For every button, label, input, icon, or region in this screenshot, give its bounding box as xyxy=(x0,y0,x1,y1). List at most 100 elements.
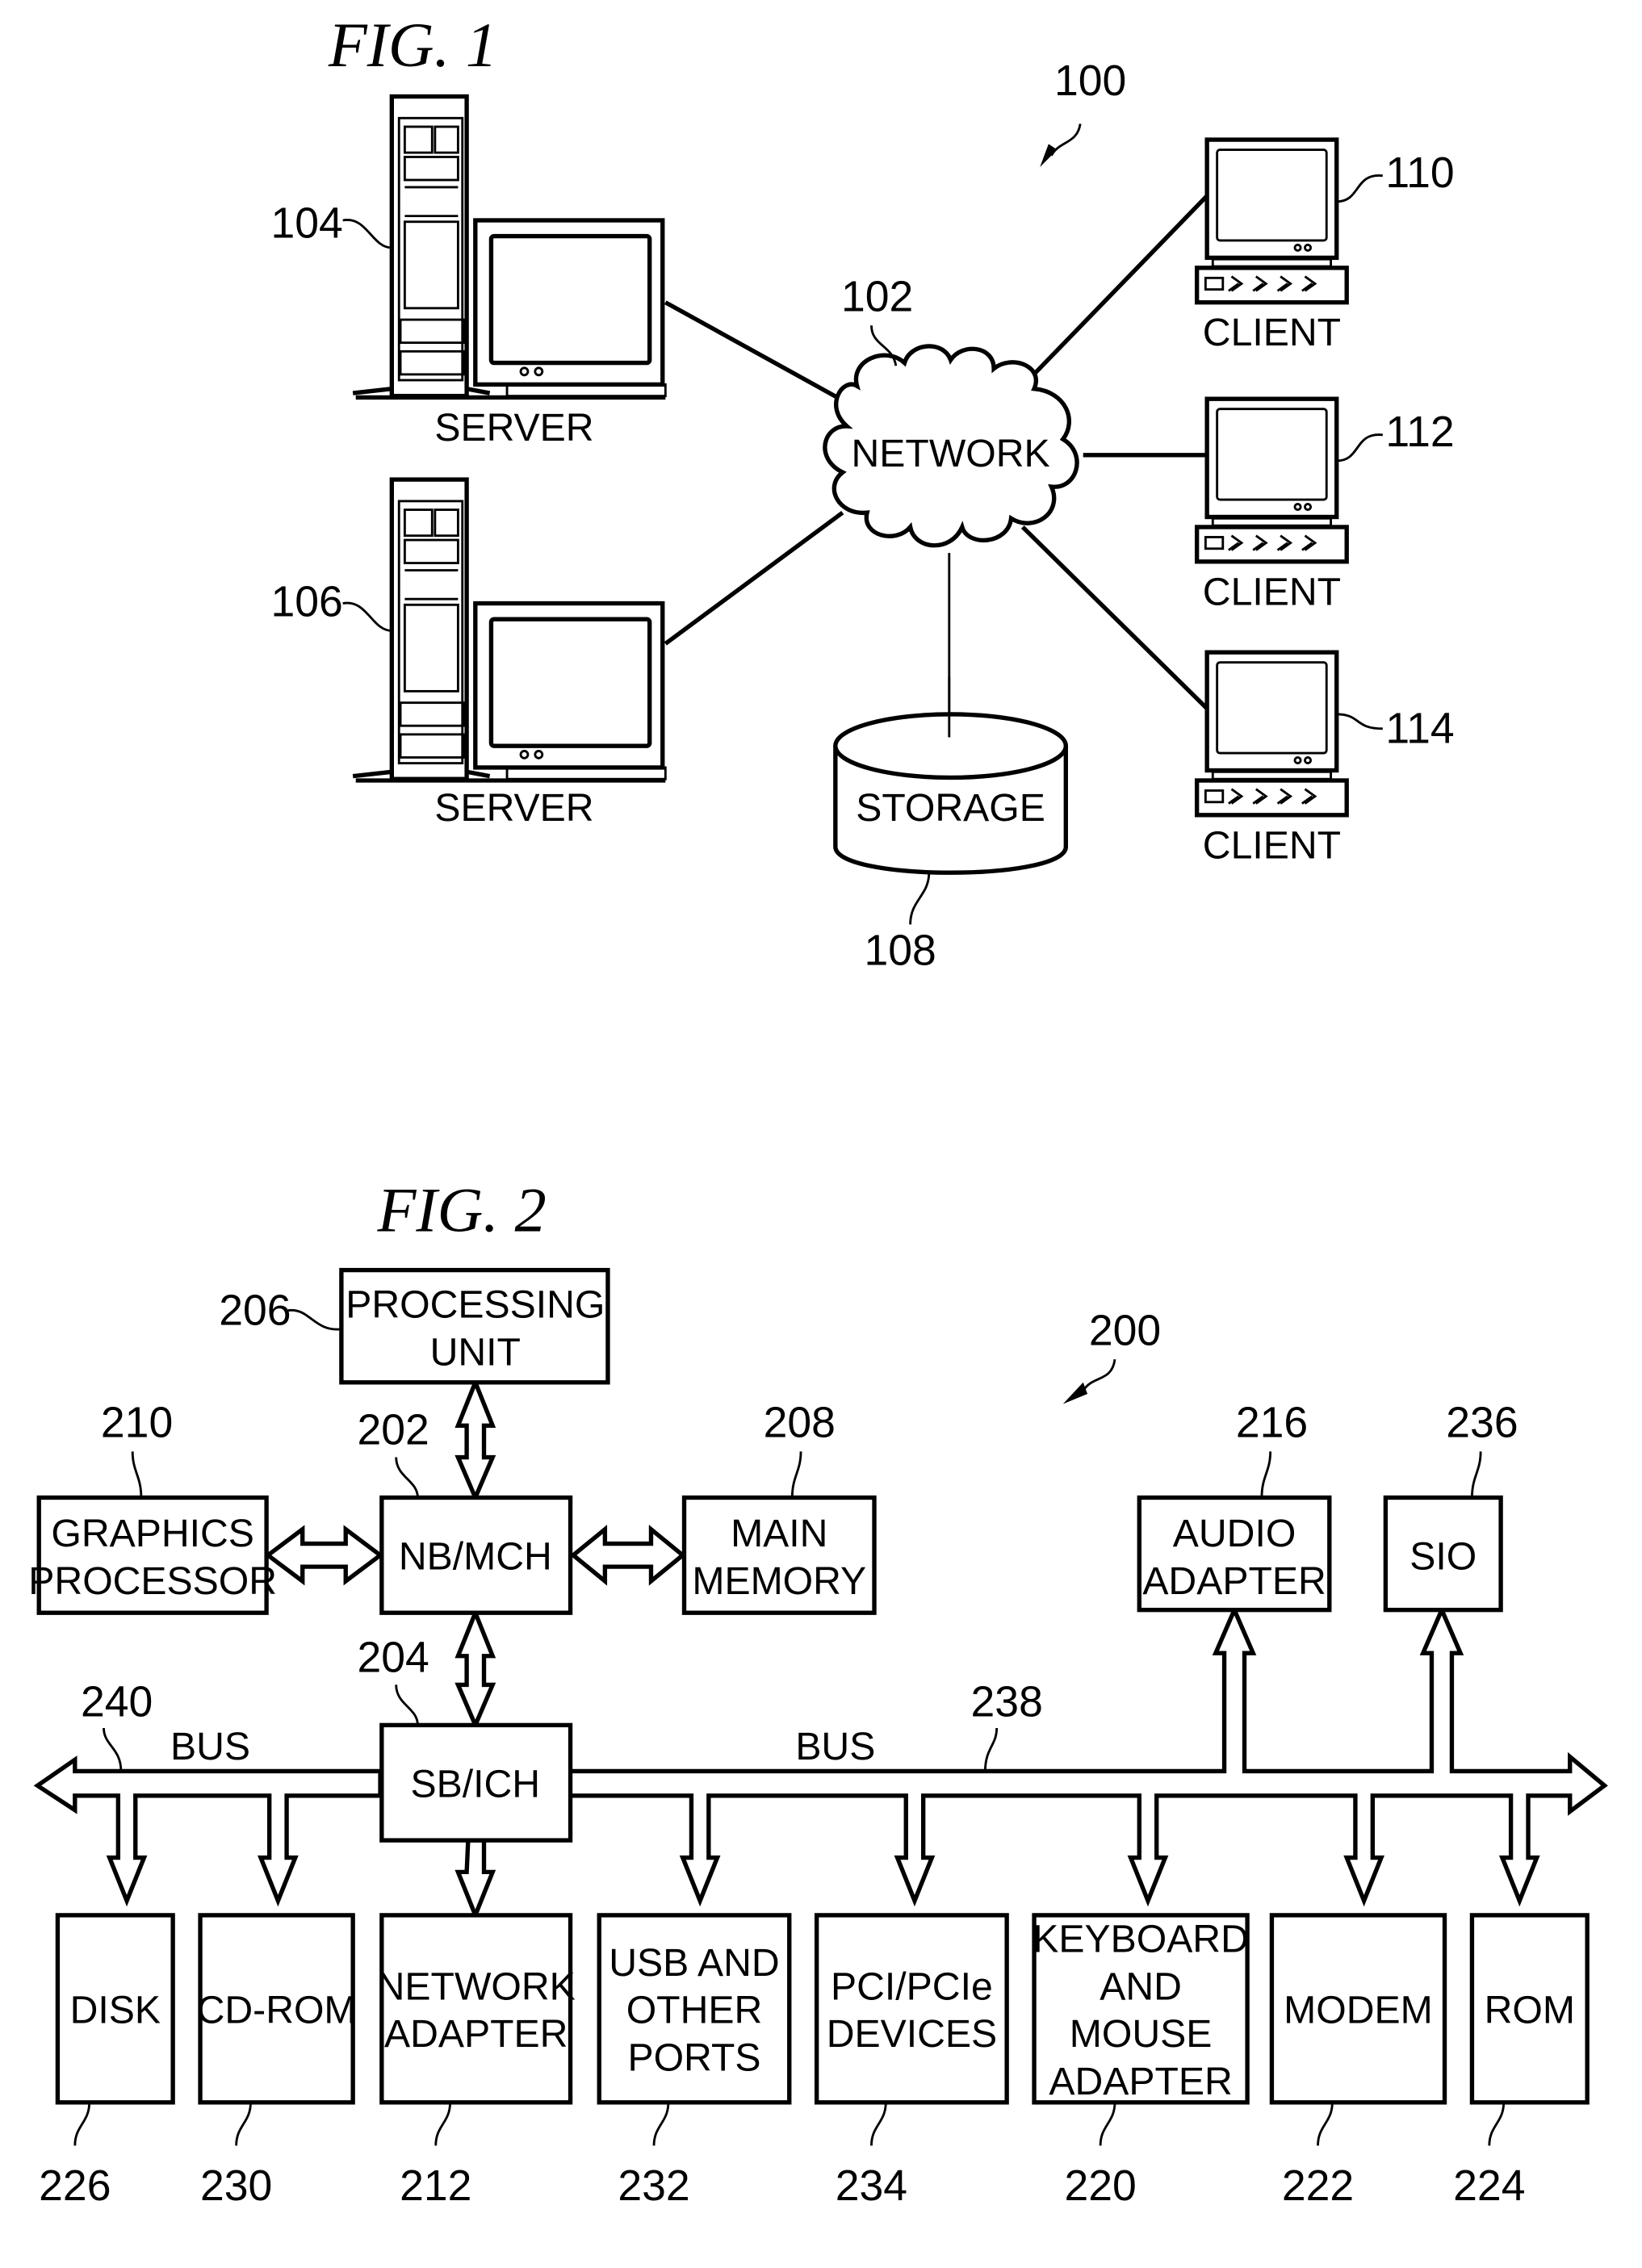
leader-line xyxy=(1260,1451,1272,1498)
device-ref: 232 xyxy=(618,2162,689,2210)
reference-arrow-icon xyxy=(1062,1358,1116,1404)
link-server-106 xyxy=(664,510,844,646)
device-ref: 220 xyxy=(1064,2162,1136,2210)
device-label: NETWORK xyxy=(377,1965,576,2008)
device-label: ADAPTER xyxy=(1049,2060,1232,2103)
device-label: USB AND xyxy=(609,1941,779,1985)
device-ref: 222 xyxy=(1282,2162,1354,2210)
client-ref: 110 xyxy=(1385,149,1454,197)
block-ref: 204 xyxy=(358,1634,429,1681)
bus-left-label: BUS xyxy=(170,1725,250,1768)
client-110: CLIENT 110 xyxy=(1194,137,1455,354)
device-label: PCI/PCIe xyxy=(831,1965,993,2008)
block-label: ADAPTER xyxy=(1142,1559,1326,1603)
device-ref: 224 xyxy=(1453,2162,1525,2210)
server-ref: 106 xyxy=(270,579,342,626)
nb-mch-202: NB/MCH 202 xyxy=(358,1406,573,1615)
block-ref: 236 xyxy=(1446,1400,1518,1447)
device-ref: 212 xyxy=(400,2162,471,2210)
leader-line xyxy=(235,2102,252,2146)
client-114: CLIENT 114 xyxy=(1194,650,1455,867)
device-ref: 230 xyxy=(200,2162,272,2210)
leader-line xyxy=(395,1684,419,1726)
device-label: CD-ROM xyxy=(197,1989,357,2032)
device-block-222: MODEM 222 xyxy=(1269,1913,1447,2210)
client-ref: 114 xyxy=(1385,705,1454,753)
leader-line xyxy=(652,2102,670,2146)
server-106: SERVER 106 xyxy=(270,477,667,830)
client-112: CLIENT 112 xyxy=(1194,396,1455,613)
device-label: ROM xyxy=(1485,1989,1575,2032)
device-box xyxy=(379,1913,573,2105)
arrow-nb-mem xyxy=(569,1525,686,1586)
block-ref: 210 xyxy=(101,1400,173,1447)
arrow-sb-netadapter xyxy=(454,1838,496,1922)
desktop-computer-icon xyxy=(1194,396,1349,564)
device-row: DISK226CD-ROM230NETWORKADAPTER212USB AND… xyxy=(39,1913,1590,2210)
client-label: CLIENT xyxy=(1203,311,1341,354)
leader-line xyxy=(1336,174,1383,203)
block-label: MEMORY xyxy=(692,1559,866,1603)
main-memory-208: MAIN MEMORY 208 xyxy=(681,1400,877,1615)
leader-line xyxy=(395,1457,419,1498)
network-label: NETWORK xyxy=(852,432,1050,475)
link-client-110 xyxy=(1020,194,1209,388)
leader-line xyxy=(983,1727,999,1772)
device-block-234: PCI/PCIeDEVICES 234 xyxy=(814,1913,1009,2210)
figure-1: FIG. 1 100 NETWORK 102 SERVER 104 SERVER… xyxy=(270,10,1454,974)
leader-line xyxy=(103,1727,123,1772)
device-block-212: NETWORKADAPTER 212 xyxy=(377,1913,576,2210)
client-label: CLIENT xyxy=(1203,823,1341,867)
device-label: ADAPTER xyxy=(384,2012,568,2056)
arrow-pu-nb xyxy=(454,1376,496,1504)
block-label: MAIN xyxy=(731,1512,827,1555)
system-ref-200: 200 xyxy=(1089,1307,1161,1354)
server-ref: 104 xyxy=(270,199,342,247)
leader-line xyxy=(287,1309,342,1331)
block-label: UNIT xyxy=(430,1330,521,1374)
client-label: CLIENT xyxy=(1203,570,1341,613)
bus-right-arrow xyxy=(567,1604,1608,1907)
figure-2-title: FIG. 2 xyxy=(376,1174,546,1245)
monitor-icon xyxy=(473,218,667,398)
figure-2: FIG. 2 200 BUS 240 BUS 238 PROCESSING UN… xyxy=(28,1174,1608,2210)
device-label: MOUSE xyxy=(1070,2012,1213,2056)
leader-line xyxy=(434,2102,452,2146)
device-block-226: DISK 226 xyxy=(39,1913,175,2210)
leader-line xyxy=(1099,2102,1116,2146)
device-ref: 226 xyxy=(39,2162,111,2210)
patent-drawing: FIG. 1 100 NETWORK 102 SERVER 104 SERVER… xyxy=(28,10,1608,2210)
link-client-114 xyxy=(1020,525,1209,710)
leader-line xyxy=(1470,1451,1482,1498)
leader-line xyxy=(1488,2102,1506,2146)
block-ref: 208 xyxy=(764,1400,836,1447)
monitor-icon xyxy=(473,600,667,780)
device-label: MODEM xyxy=(1284,1989,1433,2032)
device-box xyxy=(814,1913,1009,2105)
block-ref: 216 xyxy=(1236,1400,1308,1447)
device-label: DISK xyxy=(70,1989,161,2032)
sio-236: SIO 236 xyxy=(1383,1400,1518,1613)
server-label: SERVER xyxy=(434,406,593,450)
leader-line xyxy=(73,2102,91,2146)
sb-ich-204: SB/ICH 204 xyxy=(358,1634,573,1843)
graphics-processor-210: GRAPHICS PROCESSOR 210 xyxy=(28,1400,277,1615)
figure-1-title: FIG. 1 xyxy=(328,10,497,80)
leader-line xyxy=(1336,713,1383,730)
arrow-gp-nb xyxy=(264,1525,384,1586)
server-104: SERVER 104 xyxy=(270,94,667,450)
database-cylinder-icon xyxy=(833,676,1068,875)
device-block-232: USB ANDOTHERPORTS 232 xyxy=(597,1913,792,2210)
device-block-220: KEYBOARD ANDMOUSEADAPTER 220 xyxy=(1032,1913,1250,2210)
block-label: PROCESSOR xyxy=(28,1559,277,1603)
leader-line xyxy=(1317,2102,1334,2146)
block-label: PROCESSING xyxy=(346,1283,605,1326)
system-bus: BUS 240 BUS 238 xyxy=(33,1604,1608,1907)
reference-arrow-icon xyxy=(1040,123,1082,167)
desktop-computer-icon xyxy=(1194,650,1349,818)
storage-label: STORAGE xyxy=(856,786,1045,830)
processing-unit-206: PROCESSING UNIT 206 xyxy=(219,1267,610,1385)
device-label: KEYBOARD xyxy=(1033,1917,1249,1960)
storage-ref: 108 xyxy=(865,927,936,974)
link-server-104 xyxy=(664,300,844,403)
